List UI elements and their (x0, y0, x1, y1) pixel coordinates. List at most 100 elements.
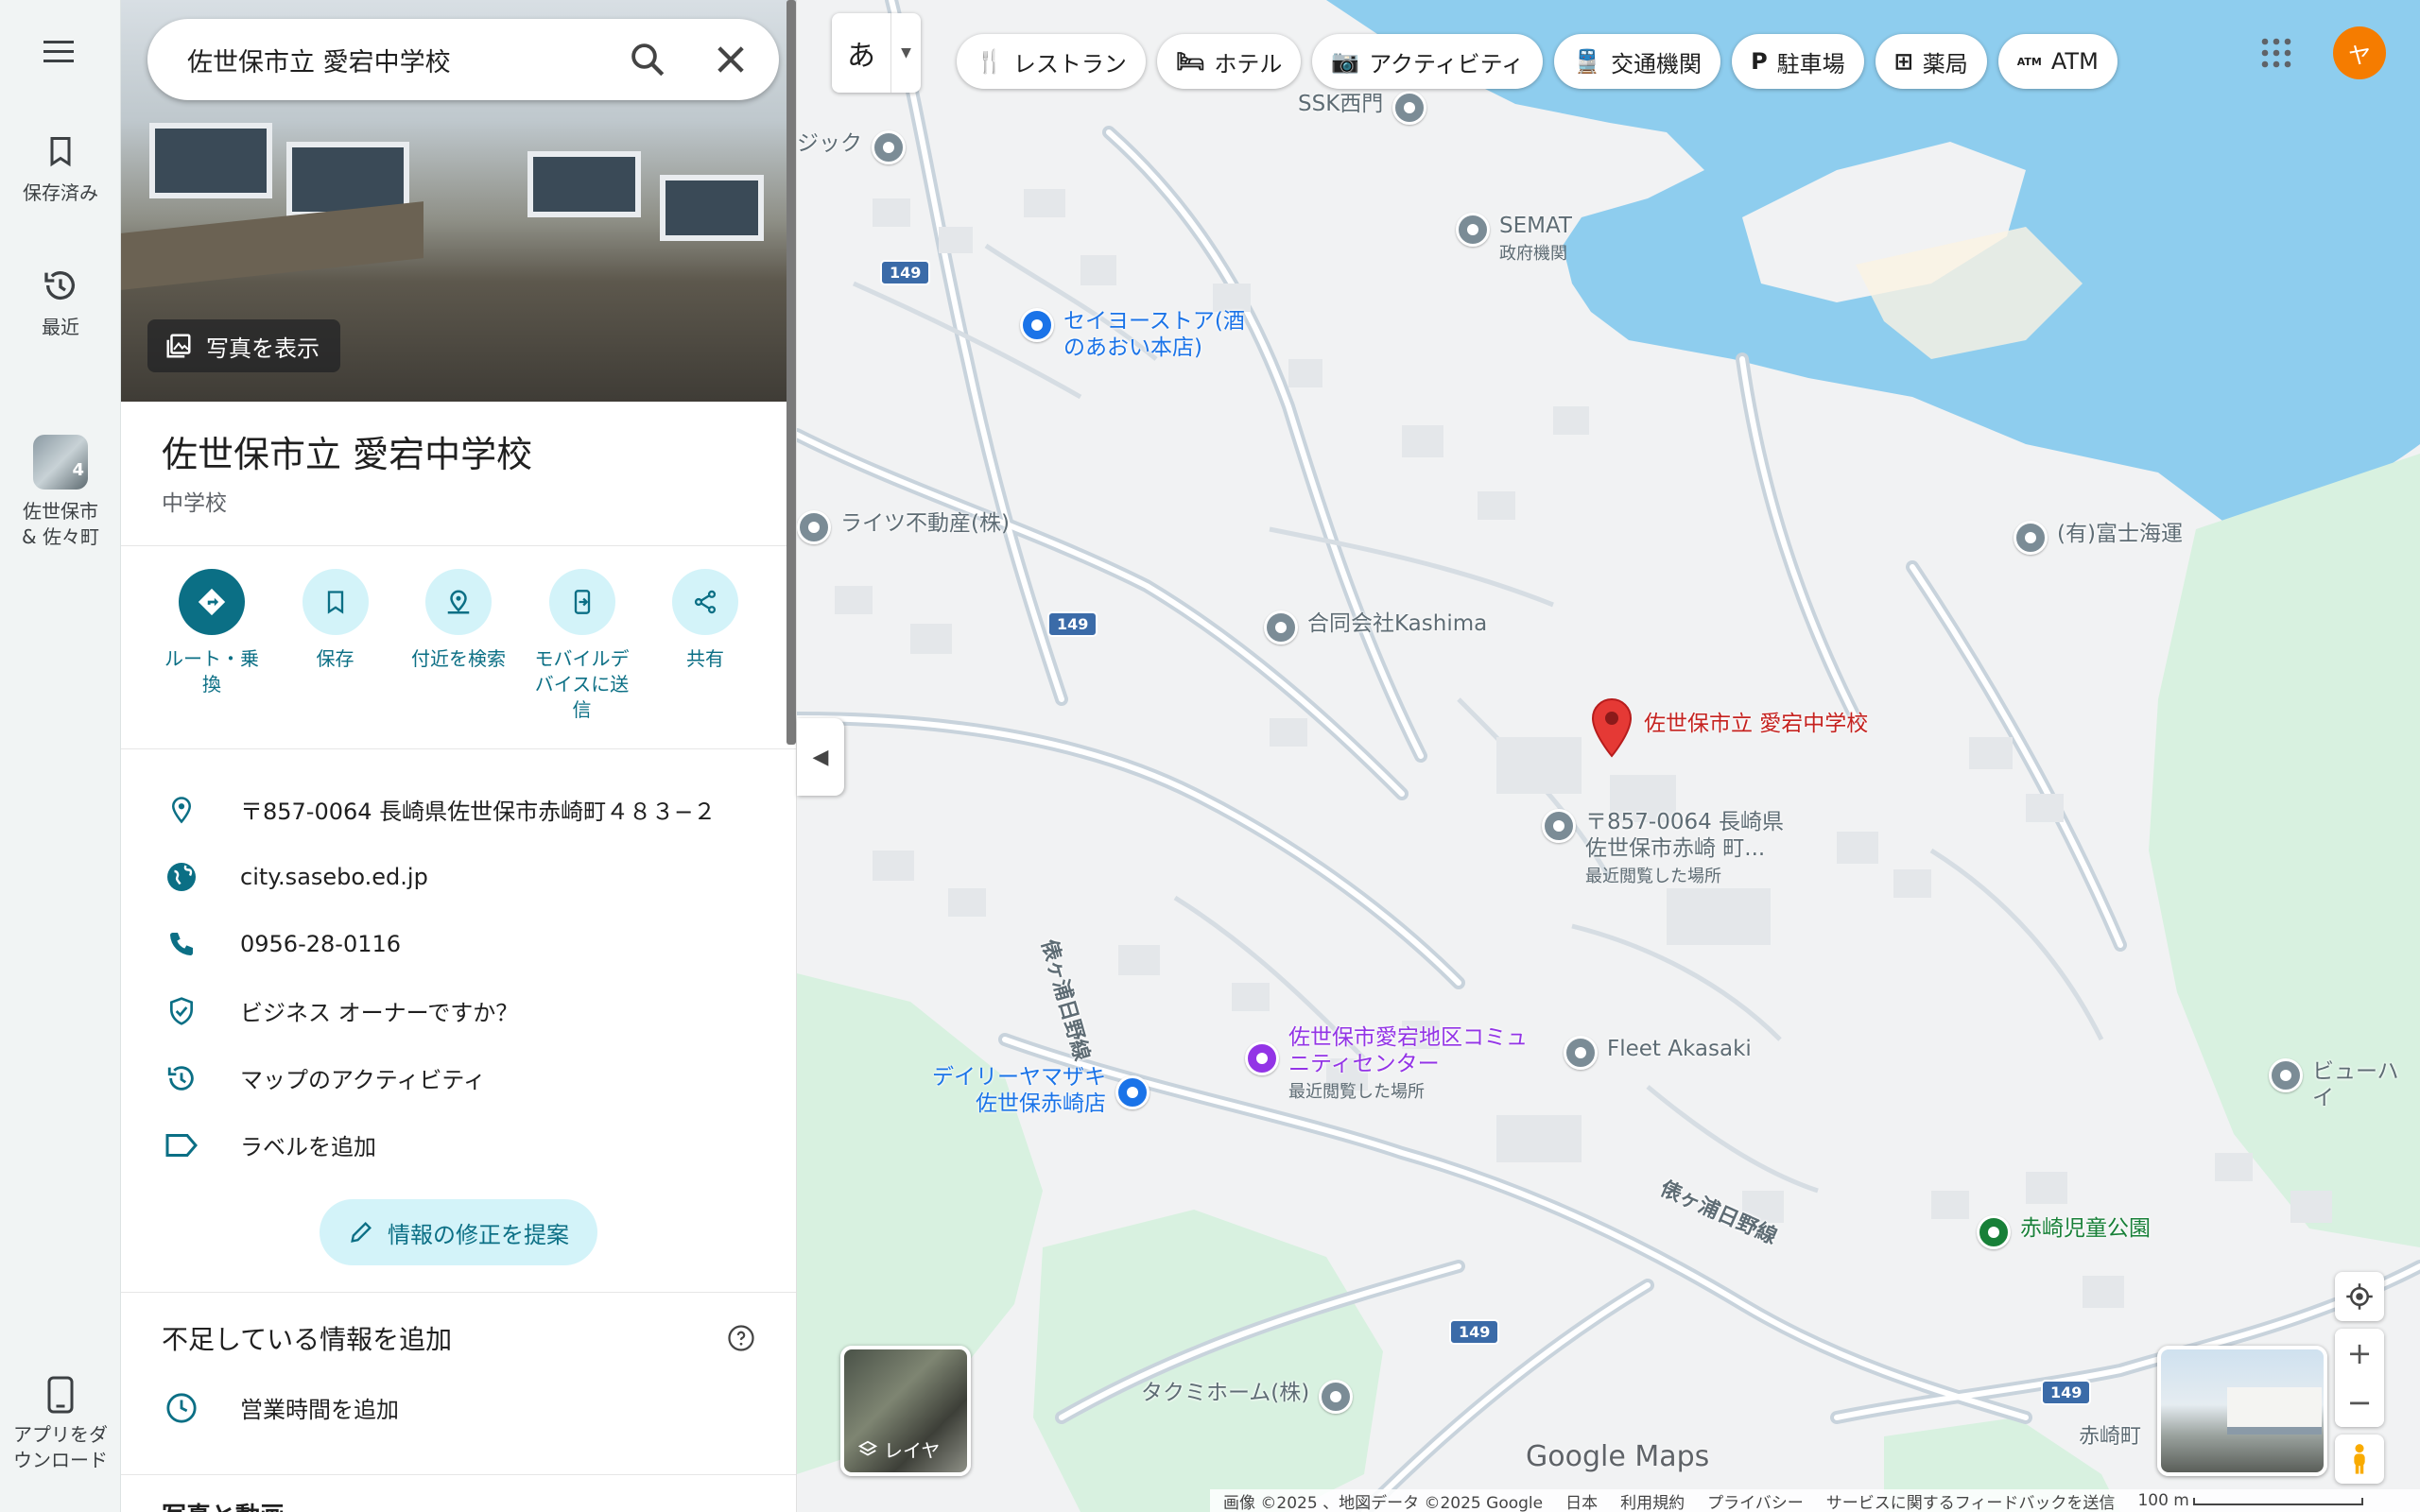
help-icon[interactable] (727, 1324, 755, 1352)
chip-transit[interactable]: 🚆 交通機関 (1554, 34, 1721, 89)
scale-indicator[interactable]: 100 m (2137, 1491, 2363, 1510)
poi-jick[interactable]: ジック (797, 130, 906, 164)
chevron-down-icon[interactable]: ▼ (890, 13, 921, 93)
poi-daily-yamazaki[interactable]: デイリーヤマザキ佐世保赤崎店 (917, 1064, 1150, 1117)
plus-icon: + (2346, 1335, 2373, 1371)
collapse-panel-button[interactable]: ◀ (797, 718, 844, 796)
send-to-phone-icon (574, 590, 590, 614)
poi-seiyo-store[interactable]: セイヨーストア(酒のあおい本店) (1020, 308, 1262, 361)
pegman-button[interactable] (2335, 1435, 2384, 1484)
search-icon[interactable] (628, 40, 667, 79)
poi-kashima[interactable]: 合同会社Kashima (1264, 610, 1487, 644)
terms-link[interactable]: 利用規約 (1620, 1489, 1685, 1512)
close-icon[interactable] (711, 40, 751, 79)
route-shield: 149 (2041, 1380, 2092, 1405)
photo-detail (660, 175, 764, 241)
poi-label: SEMAT (1499, 214, 1572, 238)
poi-label: ライツ不動産(株) (840, 511, 1010, 536)
address-row[interactable]: 〒857-0064 長崎県佐世保市赤崎町４８３−２ (121, 776, 796, 843)
recent-label: 最近 (42, 316, 79, 338)
show-photos-button[interactable]: 写真を表示 (147, 319, 340, 372)
search-input[interactable] (187, 44, 594, 75)
hamburger-icon (43, 41, 74, 62)
directions-button[interactable]: ルート・乗換 (159, 569, 265, 731)
website-text: city.sasebo.ed.jp (240, 863, 428, 890)
chip-label: ATM (2050, 48, 2099, 75)
poi-community-center[interactable]: 佐世保市愛宕地区コミュニティセンター 最近閲覧した場所 (1245, 1024, 1534, 1104)
poi-raitsu-realestate[interactable]: ライツ不動産(株) (797, 510, 1010, 544)
shopping-cart-icon (1115, 1075, 1150, 1109)
photo-detail (121, 201, 424, 290)
suggest-edit-button[interactable]: 情報の修正を提案 (320, 1199, 597, 1265)
street-view-thumbnail[interactable] (2157, 1346, 2327, 1476)
add-hours-row[interactable]: 営業時間を追加 (121, 1357, 796, 1424)
nearby-button[interactable]: 付近を検索 (406, 569, 511, 731)
route-shield: 149 (880, 260, 931, 285)
chip-pharmacy[interactable]: ⊞ 薬局 (1875, 34, 1987, 89)
map-activity-row[interactable]: マップのアクティビティ (121, 1044, 796, 1111)
bookmark-icon (50, 137, 71, 167)
poi-address-pin[interactable]: 〒857-0064 長崎県佐世保市赤崎 町... 最近閲覧した場所 (1542, 809, 1803, 888)
account-avatar[interactable]: ヤ (2333, 26, 2386, 79)
map-controls: + − (2335, 1272, 2384, 1484)
poi-label: セイヨーストア(酒のあおい本店) (1063, 309, 1245, 360)
privacy-link[interactable]: プライバシー (1707, 1489, 1804, 1512)
chip-atm[interactable]: ATM ATM (1997, 34, 2118, 89)
save-button[interactable]: 保存 (283, 569, 389, 731)
photo-library-icon (166, 334, 191, 358)
google-maps-logo: Google Maps (1526, 1440, 1710, 1473)
poi-fuji-kaiun[interactable]: (有)富士海運 (2014, 521, 2183, 555)
chip-label: アクティビティ (1369, 50, 1525, 77)
recent-button[interactable]: 最近 (0, 266, 121, 339)
zoom-in-button[interactable]: + (2335, 1329, 2384, 1378)
selected-place-marker[interactable]: 佐世保市立 愛宕中学校 (1589, 697, 1868, 758)
poi-ssk-west-gate[interactable]: SSK西門 (1298, 91, 1427, 125)
poi-pin-icon (2014, 521, 2048, 555)
poi-semat[interactable]: SEMAT 政府機関 (1456, 213, 1572, 266)
map-canvas[interactable]: 149 149 149 149 俵ヶ浦日野線 俵ヶ浦日野線 SSK西門 SEMA… (797, 0, 2420, 1512)
save-label: 保存 (316, 647, 354, 670)
add-label-text: ラベルを追加 (240, 1134, 376, 1160)
location-pin-icon (171, 796, 192, 823)
share-button[interactable]: 共有 (652, 569, 758, 731)
chip-activity[interactable]: 📷 アクティビティ (1312, 34, 1544, 89)
poi-takumi-home[interactable]: タクミホーム(株) (1141, 1380, 1354, 1414)
feedback-link[interactable]: サービスに関するフィードバックを送信 (1826, 1489, 2116, 1512)
poi-label: ジック (797, 131, 862, 156)
recent-place-item[interactable]: 4 佐世保市 & 佐々町 (0, 435, 121, 550)
poi-akasaki-park[interactable]: 赤崎児童公園 (1977, 1215, 2151, 1249)
add-label-row[interactable]: ラベルを追加 (121, 1111, 796, 1178)
send-to-device-button[interactable]: モバイルデバイスに送信 (529, 569, 635, 731)
search-box[interactable] (147, 19, 779, 100)
atm-icon: ATM (2016, 55, 2042, 68)
menu-button[interactable] (0, 38, 121, 74)
poi-view-heights[interactable]: ビューハイ (2269, 1058, 2420, 1111)
globe-icon (167, 862, 196, 891)
bookmark-icon (327, 591, 343, 614)
layers-button[interactable]: レイヤ (840, 1346, 971, 1476)
my-location-button[interactable] (2335, 1272, 2384, 1321)
google-maps-app: 保存済み 最近 4 佐世保市 & 佐々町 アプリをダウンロード 佐世保市立 愛宕… (0, 0, 2420, 1512)
panel-scrollbar[interactable] (786, 0, 796, 745)
zoom-out-button[interactable]: − (2335, 1378, 2384, 1427)
chevron-left-icon: ◀ (812, 745, 829, 769)
input-method-toggle[interactable]: あ ▼ (832, 13, 921, 93)
poi-fleet-akasaki[interactable]: Fleet Akasaki (1564, 1036, 1752, 1070)
zoom-group: + − (2335, 1329, 2384, 1427)
website-row[interactable]: city.sasebo.ed.jp (121, 843, 796, 910)
app-download-button[interactable]: アプリをダウンロード (0, 1375, 121, 1473)
nearby-label: 付近を検索 (411, 647, 506, 670)
chip-hotel[interactable]: 🛏 ホテル (1156, 34, 1302, 89)
country-link[interactable]: 日本 (1565, 1489, 1598, 1512)
phone-row[interactable]: 0956-28-0116 (121, 910, 796, 977)
business-owner-row[interactable]: ビジネス オーナーですか？ (121, 977, 796, 1044)
chip-restaurant[interactable]: 🍴 レストラン (957, 34, 1146, 89)
chip-parking[interactable]: P 駐車場 (1732, 34, 1864, 89)
google-apps-icon[interactable] (2259, 36, 2293, 70)
pharmacy-icon: ⊞ (1893, 48, 1913, 75)
saved-button[interactable]: 保存済み (0, 132, 121, 205)
layers-label: レイヤ (884, 1439, 941, 1462)
directions-label: ルート・乗換 (164, 647, 259, 696)
chip-label: レストラン (1012, 50, 1127, 77)
photo-detail (149, 123, 272, 198)
